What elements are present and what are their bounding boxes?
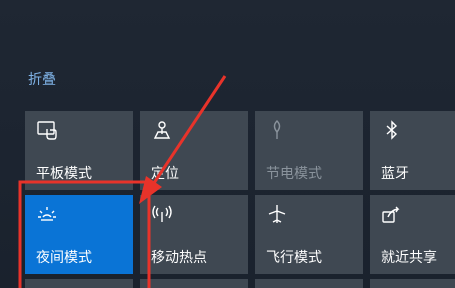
collapse-link[interactable]: 折叠 [28, 69, 56, 89]
night-light-label: 夜间模式 [36, 250, 92, 266]
battery-saver-label: 节电模式 [266, 166, 322, 182]
nearby-sharing-tile[interactable]: 就近共享 [370, 195, 455, 274]
tile-row3-4[interactable] [370, 279, 455, 288]
tile-row3-2[interactable] [140, 279, 248, 288]
tile-row3-3[interactable] [255, 279, 363, 288]
bluetooth-icon [381, 119, 403, 141]
night-light-tile[interactable]: 夜间模式 [25, 195, 133, 274]
bluetooth-label: 蓝牙 [381, 166, 409, 182]
bluetooth-tile[interactable]: 蓝牙 [370, 111, 455, 190]
mobile-hotspot-tile[interactable]: 移动热点 [140, 195, 248, 274]
mobile-hotspot-icon [151, 203, 173, 225]
location-icon [151, 119, 173, 141]
tile-row3-1[interactable] [25, 279, 133, 288]
location-tile[interactable]: 定位 [140, 111, 248, 190]
location-label: 定位 [151, 166, 179, 182]
tablet-mode-label: 平板模式 [36, 166, 92, 182]
airplane-mode-tile[interactable]: 飞行模式 [255, 195, 363, 274]
nearby-sharing-label: 就近共享 [381, 250, 437, 266]
tablet-mode-tile[interactable]: 平板模式 [25, 111, 133, 190]
airplane-mode-label: 飞行模式 [266, 250, 322, 266]
battery-saver-tile[interactable]: 节电模式 [255, 111, 363, 190]
tablet-mode-icon [36, 119, 58, 141]
mobile-hotspot-label: 移动热点 [151, 250, 207, 266]
battery-saver-icon [266, 119, 288, 141]
airplane-mode-icon [266, 203, 288, 225]
nearby-sharing-icon [381, 203, 403, 225]
night-light-icon [36, 203, 58, 225]
